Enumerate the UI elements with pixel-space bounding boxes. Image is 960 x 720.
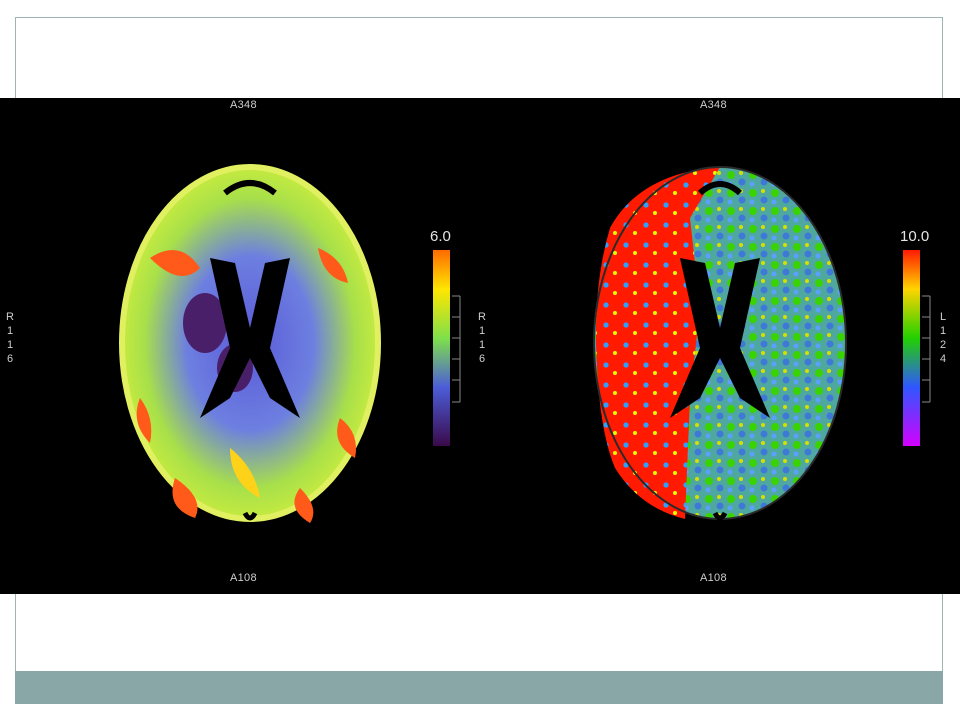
right-side-label-char: L — [939, 311, 947, 323]
right-scale-max: 10.0 — [900, 228, 930, 245]
left-scale-max: 6.0 — [430, 228, 451, 245]
left-side-label-char: R — [6, 311, 14, 323]
right-anterior-label: A348 — [700, 99, 727, 111]
left-color-scale — [433, 250, 461, 446]
middle-side-label-char: 6 — [478, 353, 486, 365]
left-side-label: R 1 1 6 — [5, 310, 15, 366]
left-brain-map — [119, 164, 381, 523]
right-side-label-char: 1 — [939, 325, 947, 337]
middle-side-label-char: 1 — [478, 339, 486, 351]
right-side-label-char: 2 — [939, 339, 947, 351]
right-posterior-label: A108 — [700, 572, 727, 584]
left-side-label-char: 1 — [6, 339, 14, 351]
middle-side-label-char: 1 — [478, 325, 486, 337]
middle-side-label: R 1 1 6 — [477, 310, 487, 366]
slide-footer-bar — [15, 671, 943, 704]
left-posterior-label: A108 — [230, 572, 257, 584]
right-brain-map — [593, 166, 847, 521]
left-side-label-char: 6 — [6, 353, 14, 365]
ct-perfusion-image-panel: A348 A108 A348 A108 R 1 1 6 R 1 1 6 L 1 … — [0, 98, 960, 594]
left-anterior-label: A348 — [230, 99, 257, 111]
right-side-label: L 1 2 4 — [938, 310, 948, 366]
right-color-scale — [903, 250, 931, 446]
middle-side-label-char: R — [478, 311, 486, 323]
left-side-label-char: 1 — [6, 325, 14, 337]
right-side-label-char: 4 — [939, 353, 947, 365]
